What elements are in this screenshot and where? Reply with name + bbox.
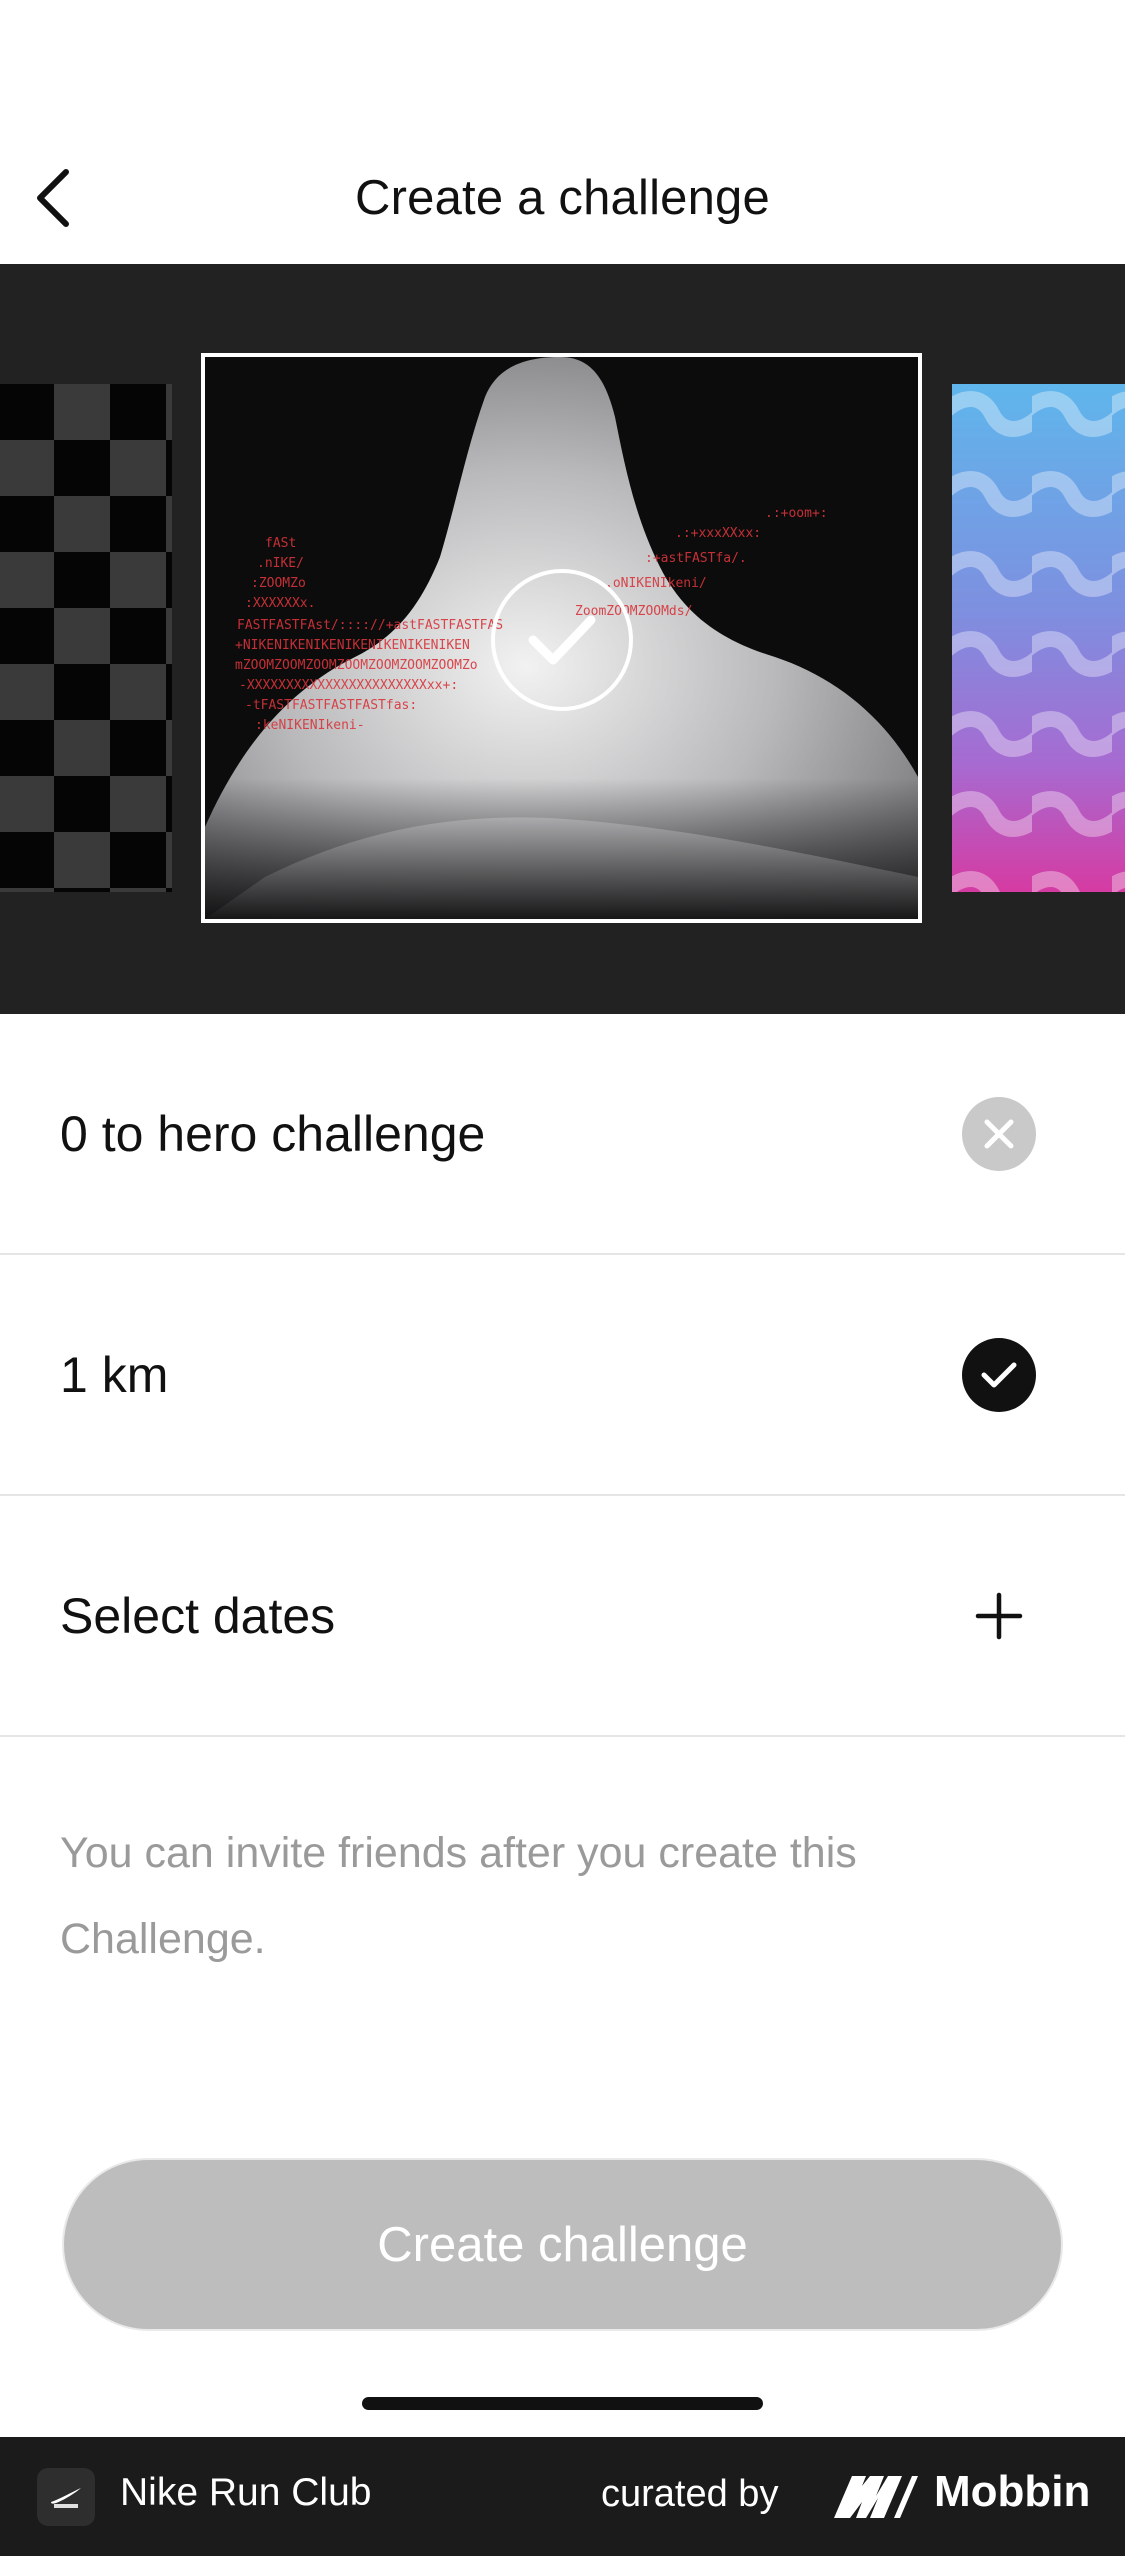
svg-text:mZOOMZOOMZOOMZOOMZOOMZOOMZOOMZ: mZOOMZOOMZOOMZOOMZOOMZOOMZOOMZo [235,658,478,673]
svg-text::+astFASTfa/.: :+astFASTfa/. [645,551,747,566]
checkmark-icon [528,615,596,665]
svg-text:.:+oom+:: .:+oom+: [765,506,828,521]
add-dates-button[interactable] [962,1579,1036,1653]
distance-selected-indicator [962,1337,1036,1412]
challenge-name-value: 0 to hero challenge [60,1105,486,1162]
nike-run-club-app-icon [37,2468,95,2526]
svg-text::keNIKENIkeni-: :keNIKENIkeni- [255,718,365,733]
app-name: Nike Run Club [120,2471,372,2514]
mobbin-logo-icon [834,2476,918,2518]
artwork-option-waves[interactable] [952,384,1125,892]
artwork-carousel[interactable]: fASt .nIKE/ :ZOOMZo :XXXXXXx. FASTFASTFA… [0,264,1125,1014]
svg-text::XXXXXXx.: :XXXXXXx. [245,596,315,611]
svg-text::ZOOMZo: :ZOOMZo [251,576,306,591]
artwork-option-mountain[interactable]: fASt .nIKE/ :ZOOMZo :XXXXXXx. FASTFASTFA… [201,353,922,923]
svg-text:-tFASTFASTFASTFASTfas:: -tFASTFASTFASTFASTfas: [245,698,417,713]
distance-value: 1 km [60,1346,169,1403]
plus-icon [975,1592,1023,1639]
artwork-option-checkered[interactable] [0,384,172,892]
attribution-footer: Nike Run Club curated by Mobbin [0,2437,1125,2556]
select-dates-row[interactable]: Select dates [0,1496,1125,1737]
curated-by-label: curated by [601,2473,779,2515]
header: Create a challenge [0,0,1125,264]
svg-text:+NIKENIKENIKENIKENIKENIKENIKEN: +NIKENIKENIKENIKENIKENIKENIKEN [235,638,470,653]
create-challenge-button[interactable]: Create challenge [62,2158,1063,2331]
home-indicator [362,2397,763,2410]
checkmark-icon [981,1362,1017,1387]
clear-name-button[interactable] [962,1096,1036,1171]
invite-info-text: You can invite friends after you create … [60,1829,857,1963]
svg-text:FASTFASTFAst/:::://+astFASTFAS: FASTFASTFAst/:::://+astFASTFASTFAS [237,618,503,633]
mobbin-brand: Mobbin [934,2467,1091,2516]
page-title: Create a challenge [355,171,770,225]
svg-text:.nIKE/: .nIKE/ [257,556,304,571]
distance-row[interactable]: 1 km [0,1255,1125,1496]
challenge-name-row[interactable]: 0 to hero challenge [0,1014,1125,1255]
selected-indicator [491,569,633,711]
svg-text:.:+xxxXXxx:: .:+xxxXXxx: [675,526,761,541]
svg-text:.oNIKENIkeni/: .oNIKENIkeni/ [605,576,707,591]
clear-icon [984,1119,1014,1148]
select-dates-label: Select dates [60,1587,336,1644]
svg-text:-XXXXXXXXXXXXXXXXXXXXXXXxx+:: -XXXXXXXXXXXXXXXXXXXXXXXxx+: [239,678,458,693]
svg-text:fASt: fASt [265,536,296,551]
